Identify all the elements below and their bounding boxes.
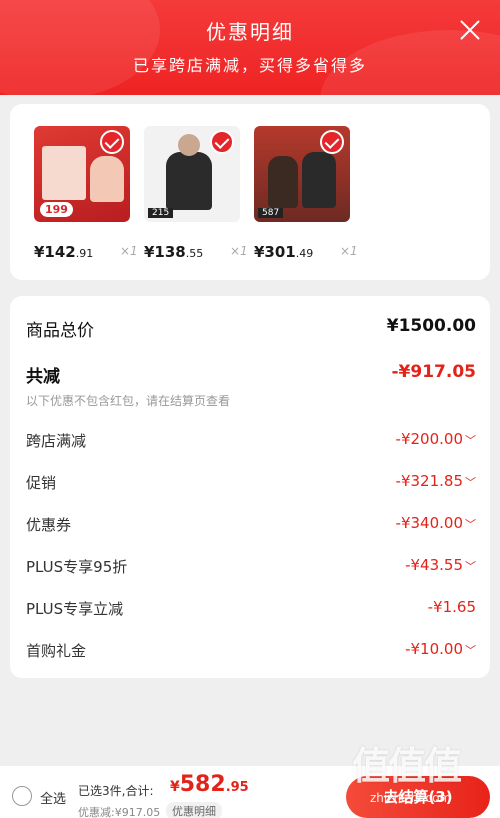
price-integer: ¥138: [144, 243, 186, 261]
thumbnail-price-tag: 587: [258, 208, 284, 218]
discount-label: PLUS专享立减: [26, 600, 124, 618]
discount-value: -¥1.65: [428, 598, 476, 616]
product-item[interactable]: 199 ¥142.91 ×1: [34, 126, 138, 261]
total-price-value: ¥1500.00: [386, 316, 476, 336]
close-icon[interactable]: [456, 16, 484, 44]
discount-value: -¥340.00 ﹀: [396, 514, 476, 532]
discount-note: 以下优惠不包含红包，请在结算页查看: [26, 394, 231, 408]
discount-label: 优惠券: [26, 516, 72, 534]
discount-total: 优惠减:¥917.05: [78, 806, 161, 818]
product-price: ¥142.91 ×1: [34, 242, 154, 261]
price-integer: ¥142: [34, 243, 76, 261]
product-item[interactable]: 215 ¥138.55 ×1: [144, 126, 248, 261]
chevron-down-icon[interactable]: ﹀: [465, 644, 476, 657]
product-quantity: ×1: [230, 244, 248, 258]
total-price-row: 商品总价 ¥1500.00: [26, 316, 476, 344]
discount-row-plus-instant: PLUS专享立减 -¥1.65: [26, 598, 476, 626]
discount-value: -¥10.00 ﹀: [405, 640, 476, 658]
discount-amount: -¥43.55: [405, 556, 463, 574]
product-model-image: [302, 152, 336, 208]
total-reduction-label: 共减: [26, 367, 60, 387]
watermark-logo: 值值值: [352, 744, 462, 788]
discount-label: 跨店满减: [26, 432, 87, 450]
product-price: ¥301.49 ×1: [254, 242, 374, 261]
selected-count: 已选3件,合计:: [78, 784, 154, 798]
discount-row-cross-store[interactable]: 跨店满减 -¥200.00 ﹀: [26, 430, 476, 458]
total-integer: 582: [179, 772, 226, 797]
price-integer: ¥301: [254, 243, 296, 261]
total-reduction-value: -¥917.05: [391, 362, 477, 382]
discount-amount: -¥321.85: [395, 472, 463, 490]
discount-amount: -¥10.00: [405, 640, 463, 658]
checkmark-icon: [320, 130, 344, 154]
discount-amount: -¥200.00: [395, 430, 463, 448]
thumbnail-price-tag: 215: [148, 208, 174, 218]
checkmark-icon: [210, 130, 234, 154]
discount-row-coupon[interactable]: 优惠券 -¥340.00 ﹀: [26, 514, 476, 542]
discount-amount: -¥340.00: [395, 514, 463, 532]
discount-label: 促销: [26, 474, 57, 492]
currency-symbol: ¥: [170, 779, 180, 795]
product-thumbnail[interactable]: 199: [34, 126, 130, 222]
discount-detail-toggle[interactable]: 优惠明细: [166, 802, 222, 818]
product-hoodie-image: [166, 152, 212, 210]
total-reduction-row: 共减 -¥917.05: [26, 362, 476, 390]
checkmark-icon: [100, 130, 124, 154]
page-subtitle: 已享跨店满减，买得多省得多: [132, 56, 367, 75]
price-decimal: .55: [185, 247, 204, 260]
discount-value: -¥43.55 ﹀: [405, 556, 476, 574]
thumbnail-price-tag: 199: [40, 202, 73, 217]
discount-row-first-purchase[interactable]: 首购礼金 -¥10.00 ﹀: [26, 640, 476, 668]
header-banner: 优惠明细 已享跨店满减，买得多省得多: [0, 0, 500, 95]
product-quantity: ×1: [340, 244, 358, 258]
product-model-image: [90, 156, 124, 202]
select-all-radio[interactable]: [12, 786, 32, 806]
header-decoration: [0, 0, 160, 95]
product-model-head: [178, 134, 200, 156]
select-all-label[interactable]: 全选: [40, 788, 66, 807]
product-list-card: 199 ¥142.91 ×1 215 ¥138.55 ×1 587 ¥301.4…: [10, 104, 490, 280]
page-title: 优惠明细: [206, 20, 294, 44]
product-thumbnail[interactable]: 587: [254, 126, 350, 222]
discount-summary-card: 商品总价 ¥1500.00 共减 -¥917.05 以下优惠不包含红包，请在结算…: [10, 296, 490, 678]
total-decimal: .95: [225, 780, 249, 795]
product-model-image: [268, 156, 298, 208]
discount-amount: -¥1.65: [427, 598, 476, 616]
product-box-image: [42, 146, 86, 200]
price-decimal: .91: [75, 247, 94, 260]
total-price-label: 商品总价: [26, 321, 94, 341]
product-price: ¥138.55 ×1: [144, 242, 264, 261]
watermark-text: zhizhizhi.com: [370, 791, 452, 805]
discount-row-plus-95[interactable]: PLUS专享95折 -¥43.55 ﹀: [26, 556, 476, 584]
product-quantity: ×1: [120, 244, 138, 258]
discount-label: PLUS专享95折: [26, 558, 128, 576]
chevron-down-icon[interactable]: ﹀: [465, 560, 476, 573]
chevron-down-icon[interactable]: ﹀: [465, 518, 476, 531]
discount-value: -¥200.00 ﹀: [396, 430, 476, 448]
price-decimal: .49: [295, 247, 314, 260]
discount-value: -¥321.85 ﹀: [396, 472, 476, 490]
product-item[interactable]: 587 ¥301.49 ×1: [254, 126, 358, 261]
product-thumbnail[interactable]: 215: [144, 126, 240, 222]
discount-label: 首购礼金: [26, 642, 87, 660]
discount-row-promotion[interactable]: 促销 -¥321.85 ﹀: [26, 472, 476, 500]
chevron-down-icon[interactable]: ﹀: [465, 476, 476, 489]
chevron-down-icon[interactable]: ﹀: [465, 434, 476, 447]
selected-total: ¥582.95: [170, 772, 249, 797]
watermark: 值值值 zhizhizhi.com: [352, 735, 492, 815]
